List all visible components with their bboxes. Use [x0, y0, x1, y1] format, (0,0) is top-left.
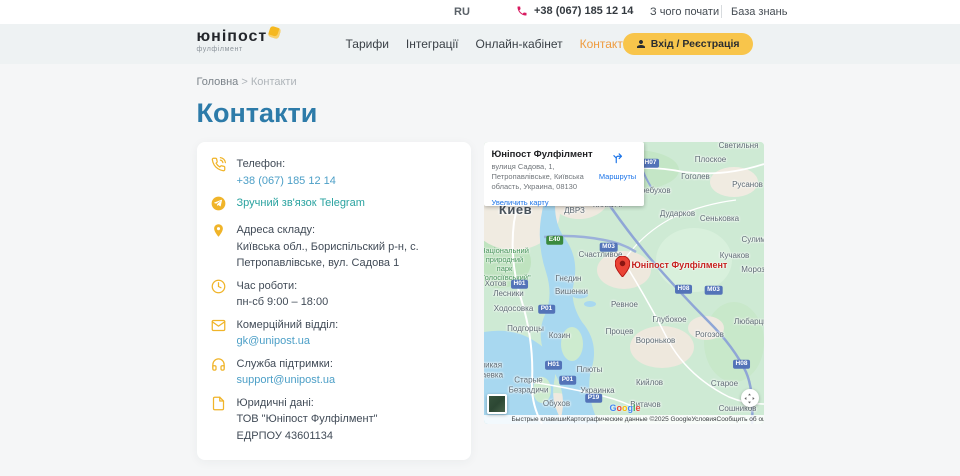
google-logo-letter: G [610, 403, 617, 413]
contact-item-hours: Час роботи: пн-сб 9:00 – 18:00 [211, 278, 455, 311]
telegram-link[interactable]: Зручний зв'язок Telegram [237, 197, 365, 209]
road-badge: Р19 [585, 394, 603, 403]
login-button-label: Вхід / Реєстрація [651, 38, 740, 50]
user-icon [636, 39, 646, 49]
enlarge-map-link[interactable]: Увеличить карту [492, 198, 549, 207]
topbar-divider [721, 5, 722, 18]
company-edrpou: ЕДРПОУ 43601134 [237, 428, 378, 445]
breadcrumb: Головна > Контакти [197, 76, 764, 88]
road-badge: Н08 [733, 360, 751, 369]
google-logo[interactable]: Google [610, 403, 641, 413]
breadcrumb-current: Контакти [251, 76, 297, 88]
map-info-window: Юніпост Фулфілмент вулиця Садова, 1, Пет… [484, 142, 644, 206]
map-attribution-link[interactable]: Условия [691, 416, 716, 423]
road-badge: Н07 [642, 159, 660, 168]
login-register-button[interactable]: Вхід / Реєстрація [623, 33, 753, 55]
google-map[interactable]: КиевДВРЗСветильняПлоскоеРусановГоголевТр… [484, 142, 764, 424]
road-badge: Н01 [511, 280, 529, 289]
contact-label: Юридичні дані: [237, 395, 378, 412]
contact-label: Комерційний відділ: [237, 317, 339, 334]
contact-label: Адреса складу: [237, 222, 455, 239]
telegram-icon [211, 195, 228, 216]
contact-label: Служба підтримки: [237, 356, 336, 373]
phone-link[interactable]: +38 (067) 185 12 14 [237, 175, 336, 187]
topbar-phone-link[interactable]: +38 (067) 185 12 14 [534, 5, 633, 17]
nav-tariffs[interactable]: Тарифи [346, 37, 389, 51]
contacts-card: Телефон: +38 (067) 185 12 14 Зручний зв'… [197, 142, 471, 460]
link-how-to-start[interactable]: З чого почати [650, 6, 719, 18]
info-window-address: вулиця Садова, 1, Петропавлівське, Київс… [492, 162, 598, 192]
nav-integrations[interactable]: Інтеграції [406, 37, 459, 51]
headset-icon [211, 356, 228, 389]
map-attribution-link[interactable]: Картографические данные ©2025 Google [567, 416, 692, 423]
google-logo-letter: e [636, 403, 641, 413]
map-attribution-link[interactable]: Сообщить об ошибке на карте [717, 416, 764, 423]
mail-icon [211, 317, 228, 350]
breadcrumb-separator: > [241, 76, 247, 88]
support-email-link[interactable]: support@unipost.ua [237, 374, 336, 386]
contact-label: Час роботи: [237, 278, 329, 295]
logo-title: юніпост [197, 29, 268, 45]
language-switcher[interactable]: RU [454, 6, 470, 18]
routes-label: Маршруты [598, 172, 638, 181]
page-title: Контакти [197, 98, 764, 129]
contact-item-telegram: Зручний зв'язок Telegram [211, 195, 455, 216]
document-icon [211, 395, 228, 445]
logo[interactable]: юніпост фулфілмент [197, 29, 281, 53]
clock-icon [211, 278, 228, 311]
warehouse-address: Київська обл., Бориспільский р-н, с. Пет… [237, 239, 455, 272]
map-marker-pin[interactable] [615, 256, 630, 282]
contact-item-support: Служба підтримки: support@unipost.ua [211, 356, 455, 389]
link-knowledge-base[interactable]: База знань [731, 6, 787, 18]
map-attribution-bar: Быстрые клавишиКартографические данные ©… [484, 415, 764, 424]
top-utility-bar: RU +38 (067) 185 12 14 З чого почати Баз… [0, 0, 960, 24]
road-badge: М03 [704, 286, 723, 295]
contact-item-phone: Телефон: +38 (067) 185 12 14 [211, 156, 455, 189]
breadcrumb-home[interactable]: Головна [197, 76, 239, 88]
logo-icon [268, 26, 282, 40]
nav-online-cabinet[interactable]: Онлайн-кабінет [476, 37, 563, 51]
satellite-view-thumbnail[interactable] [487, 394, 507, 414]
directions-icon [611, 152, 625, 169]
working-hours: пн-сб 9:00 – 18:00 [237, 294, 329, 311]
info-window-title: Юніпост Фулфілмент [492, 149, 598, 160]
logo-subtitle: фулфілмент [197, 46, 281, 53]
road-badge: Н08 [675, 285, 693, 294]
contact-item-address: Адреса складу: Київська обл., Бориспільс… [211, 222, 455, 272]
road-badge: Р01 [538, 305, 556, 314]
main-nav: Тарифи Інтеграції Онлайн-кабінет Контакт… [346, 24, 630, 64]
road-badge: Р01 [559, 376, 577, 385]
road-badge: E40 [546, 236, 564, 245]
commercial-email-link[interactable]: gk@unipost.ua [237, 335, 311, 347]
contact-item-legal: Юридичні дані: ТОВ "Юніпост Фулфілмент" … [211, 395, 455, 445]
map-attribution-link[interactable]: Быстрые клавиши [512, 416, 567, 423]
page-content: Головна > Контакти Контакти Телефон: +38… [0, 64, 960, 476]
move-arrows-icon [744, 393, 755, 404]
main-header: юніпост фулфілмент Тарифи Інтеграції Онл… [0, 24, 960, 64]
map-marker-label: Юніпост Фулфілмент [632, 260, 728, 270]
map-pan-control[interactable] [741, 389, 759, 407]
phone-icon [516, 5, 528, 17]
road-badge: М03 [599, 243, 618, 252]
road-badge: Н01 [545, 361, 563, 370]
directions-button[interactable]: Маршруты [598, 149, 638, 201]
contact-label: Телефон: [237, 156, 336, 173]
phone-call-icon [211, 156, 228, 189]
contact-item-commercial: Комерційний відділ: gk@unipost.ua [211, 317, 455, 350]
company-name: ТОВ "Юніпост Фулфілмент" [237, 411, 378, 428]
location-pin-icon [211, 222, 228, 272]
